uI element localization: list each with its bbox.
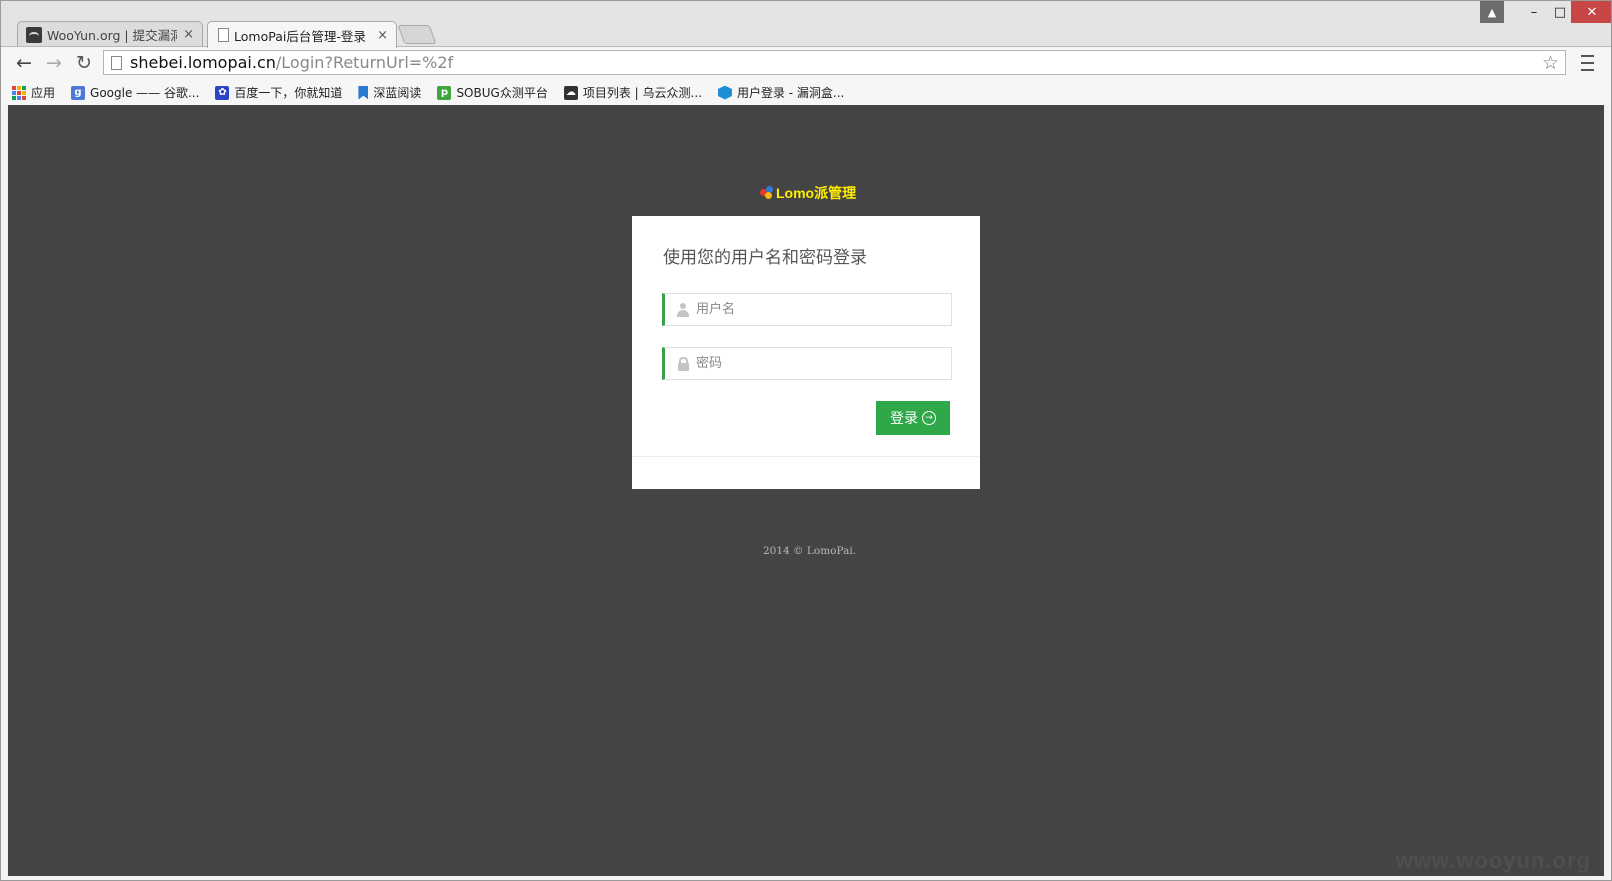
login-title: 使用您的用户名和密码登录: [663, 248, 867, 268]
tab-title: LomoPai后台管理-登录: [234, 28, 366, 44]
tab-strip: WooYun.org | 提交漏洞 × LomoPai后台管理-登录 × ▲ –…: [1, 1, 1611, 48]
maximize-button[interactable]: □: [1547, 1, 1573, 23]
wooyun-favicon-icon: [26, 26, 42, 43]
bookmarks-bar: 应用 g Google —— 谷歌... ✿ 百度一下，你就知道 深蓝阅读 p …: [1, 80, 1611, 105]
minimize-button[interactable]: –: [1521, 1, 1547, 23]
username-field-wrapper: [662, 293, 952, 326]
bookmark-sobug[interactable]: p SOBUG众测平台: [432, 84, 552, 101]
bookmark-baidu[interactable]: ✿ 百度一下，你就知道: [210, 84, 347, 101]
lomo-logo-icon: [760, 186, 774, 200]
brand-logo: Lomo派管理: [760, 183, 856, 203]
bookmark-label: SOBUG众测平台: [456, 86, 548, 100]
bookmark-apps[interactable]: 应用: [7, 84, 60, 101]
login-card: 使用您的用户名和密码登录 登录 →: [632, 216, 980, 489]
bookmark-label: 深蓝阅读: [373, 86, 422, 100]
tab-title: WooYun.org | 提交漏洞: [47, 28, 178, 43]
bookmark-label: 应用: [31, 86, 56, 100]
bookmark-label: Google —— 谷歌...: [90, 86, 200, 100]
arrow-right-circle-icon: →: [922, 411, 936, 425]
address-bar[interactable]: shebei.lomopai.cn/Login?ReturnUrl=%2f ☆: [103, 50, 1566, 75]
bookmark-star-icon[interactable]: ☆: [1542, 51, 1559, 75]
hamburger-menu-icon[interactable]: [1579, 53, 1595, 73]
watermark: www.wooyun.org: [1395, 848, 1591, 873]
url-host: shebei.lomopai.cn: [130, 53, 276, 72]
apps-icon: [12, 85, 26, 100]
reload-icon[interactable]: ↻: [71, 51, 97, 75]
bookmark-wooyun-projects[interactable]: ☁ 项目列表 | 乌云众测...: [559, 84, 707, 101]
bookmark-ribbon-icon: [358, 85, 369, 100]
bookmark-label: 项目列表 | 乌云众测...: [582, 86, 702, 100]
card-divider: [632, 456, 980, 457]
url-path: /Login?ReturnUrl=%2f: [275, 53, 454, 72]
wooyun-icon: ☁: [563, 85, 578, 100]
page-icon: [111, 55, 122, 70]
google-icon: g: [71, 85, 86, 100]
page-content: Lomo派管理 使用您的用户名和密码登录 登录 → 2014 © LomoPai…: [8, 105, 1604, 876]
brand-name: Lomo派管理: [776, 185, 857, 201]
back-arrow-icon[interactable]: ←: [11, 51, 37, 75]
tab-lomopai-login[interactable]: LomoPai后台管理-登录 ×: [207, 21, 397, 48]
username-input[interactable]: [696, 302, 951, 317]
footer-copyright: 2014 © LomoPai.: [763, 545, 857, 557]
tab-close-icon[interactable]: ×: [377, 28, 388, 43]
bookmark-label: 用户登录 - 漏洞盒...: [736, 86, 845, 100]
browser-toolbar: ← → ↻ shebei.lomopai.cn/Login?ReturnUrl=…: [1, 46, 1611, 80]
login-button[interactable]: 登录 →: [876, 401, 950, 435]
user-icon: [676, 302, 690, 317]
new-tab-button[interactable]: [397, 25, 437, 44]
bookmark-vulbox[interactable]: 用户登录 - 漏洞盒...: [713, 84, 849, 101]
hexagon-icon: [717, 85, 732, 100]
sobug-icon: p: [437, 85, 452, 100]
tab-wooyun[interactable]: WooYun.org | 提交漏洞 ×: [17, 21, 203, 47]
close-window-button[interactable]: ✕: [1571, 1, 1611, 23]
lock-icon: [676, 356, 690, 371]
profile-icon[interactable]: ▲: [1480, 1, 1504, 23]
page-favicon-icon: [218, 28, 229, 42]
tab-close-icon[interactable]: ×: [183, 27, 194, 42]
password-field-wrapper: [662, 347, 952, 380]
bookmark-shenlan[interactable]: 深蓝阅读: [353, 84, 426, 101]
forward-arrow-icon[interactable]: →: [41, 51, 67, 75]
login-button-label: 登录: [890, 411, 918, 427]
baidu-paw-icon: ✿: [215, 85, 230, 100]
bookmark-google[interactable]: g Google —— 谷歌...: [66, 84, 204, 101]
bookmark-label: 百度一下，你就知道: [234, 86, 343, 100]
password-input[interactable]: [696, 356, 951, 371]
browser-window: WooYun.org | 提交漏洞 × LomoPai后台管理-登录 × ▲ –…: [0, 0, 1612, 881]
